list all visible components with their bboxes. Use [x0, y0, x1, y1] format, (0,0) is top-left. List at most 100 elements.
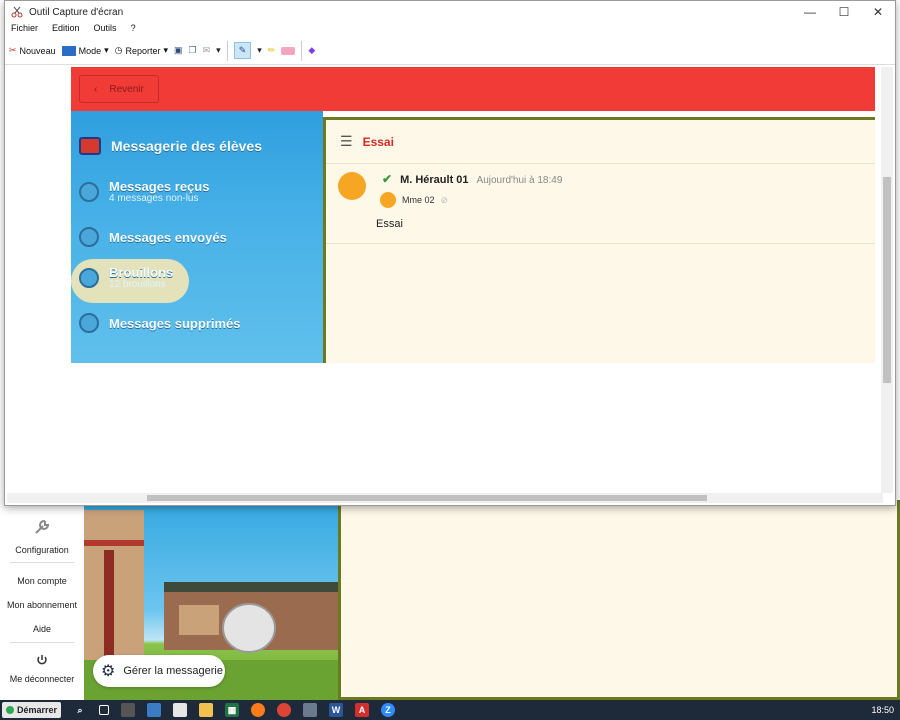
- menu-edit[interactable]: Edition: [52, 23, 80, 37]
- message-thread-panel: ☰ Essai ✔ M. Hérault 01 Aujourd'hui à 18…: [323, 117, 875, 363]
- sidebar-help[interactable]: Aide: [0, 624, 84, 634]
- message-body: Essai: [376, 218, 403, 230]
- folder-icon[interactable]: [199, 703, 214, 717]
- recipient-avatar: [380, 192, 396, 208]
- sent-icon: [79, 227, 99, 247]
- chevron-down-icon: ▾: [163, 45, 169, 55]
- menu-bar: Fichier Edition Outils ?: [5, 23, 895, 37]
- taskbar-clock: 18:50: [871, 705, 894, 715]
- drafts-icon: [79, 267, 99, 288]
- wrench-icon: [35, 519, 50, 534]
- highlighter-icon[interactable]: ✏: [268, 45, 276, 56]
- sender-avatar: [338, 172, 366, 200]
- firefox-icon[interactable]: [251, 703, 266, 717]
- messaging-section-header: Messagerie des élèves: [79, 137, 262, 155]
- zoom-icon[interactable]: Z: [381, 703, 396, 717]
- manage-messaging-button[interactable]: ⚙ Gérer la messagerie: [93, 655, 225, 687]
- toolbar-divider: [226, 40, 228, 61]
- windows-logo-icon: [6, 706, 14, 714]
- window-title: Outil Capture d'écran: [29, 6, 124, 18]
- vertical-scrollbar[interactable]: [881, 67, 893, 493]
- toolbar: ✂ Nouveau Mode ▾ ◷ Reporter ▾ ▣ ❐ ✉ ▾ ✎ …: [5, 37, 895, 65]
- acrobat-icon[interactable]: A: [355, 703, 370, 717]
- sidebar-logout[interactable]: Me déconnecter: [0, 674, 84, 684]
- back-button[interactable]: ‹ Revenir: [79, 75, 159, 103]
- menu-tools[interactable]: Outils: [94, 23, 117, 37]
- taskbar-app-icon[interactable]: [121, 703, 136, 717]
- back-label: Revenir: [109, 83, 144, 95]
- task-view-icon[interactable]: [99, 705, 110, 715]
- sidebar-divider: [10, 562, 74, 563]
- start-label: Démarrer: [17, 705, 58, 715]
- close-button[interactable]: ✕: [861, 5, 895, 19]
- eye-off-icon: ⊘: [440, 194, 449, 205]
- paint-3d-icon[interactable]: ◆: [308, 45, 315, 56]
- pen-icon: ✎: [238, 45, 247, 55]
- chevron-down-icon: ▾: [104, 45, 109, 55]
- send-email-icon[interactable]: ✉: [203, 45, 211, 56]
- nav-inbox[interactable]: Messages reçus 4 messages non-lus: [79, 179, 209, 204]
- sidebar-divider: [10, 642, 74, 643]
- calendar-icon[interactable]: [173, 703, 188, 717]
- maximize-button[interactable]: ☐: [827, 5, 861, 19]
- captured-header-bar: ‹ Revenir: [71, 67, 875, 111]
- taskbar: Démarrer ⌕ ▦ W A Z 18:50: [0, 700, 900, 720]
- thread-header: ☰ Essai: [326, 120, 875, 164]
- thread-title: Essai: [362, 134, 394, 149]
- delay-label: Reporter: [125, 45, 161, 56]
- nav-sent[interactable]: Messages envoyés: [79, 227, 227, 247]
- title-bar: Outil Capture d'écran — ☐ ✕: [5, 1, 895, 23]
- background-message-panel: [338, 500, 900, 700]
- search-icon[interactable]: ⌕: [73, 703, 87, 717]
- background-sidebar: Configuration Mon compte Mon abonnement …: [0, 500, 84, 700]
- snipping-tool-icon[interactable]: [303, 703, 318, 717]
- captured-screenshot: ‹ Revenir Messagerie des élèves Messages…: [71, 67, 875, 363]
- scissors-icon: [11, 6, 23, 18]
- delay-button[interactable]: ◷ Reporter ▾: [115, 45, 168, 56]
- nav-deleted[interactable]: Messages supprimés: [79, 313, 241, 333]
- messaging-sidebar: Messagerie des élèves Messages reçus 4 m…: [71, 111, 323, 363]
- save-icon[interactable]: ▣: [174, 45, 183, 56]
- mode-icon: [61, 45, 76, 56]
- word-icon[interactable]: W: [329, 703, 344, 717]
- spreadsheet-icon[interactable]: ▦: [225, 703, 240, 717]
- horizontal-scrollbar[interactable]: [7, 493, 883, 503]
- nav-drafts-label: Brouillons: [109, 265, 174, 280]
- mode-button[interactable]: Mode ▾: [61, 45, 109, 56]
- read-check-icon: ✔: [382, 172, 393, 186]
- messaging-section-title: Messagerie des élèves: [111, 138, 262, 154]
- start-button[interactable]: Démarrer: [2, 702, 62, 718]
- message-item[interactable]: ✔ M. Hérault 01 Aujourd'hui à 18:49 Mme …: [326, 164, 875, 244]
- power-icon: [37, 655, 47, 665]
- nav-inbox-count: 4 messages non-lus: [109, 193, 199, 204]
- inbox-icon: [79, 181, 99, 202]
- menu-help[interactable]: ?: [131, 23, 136, 37]
- trash-icon: [79, 313, 99, 333]
- chrome-icon[interactable]: [277, 703, 292, 717]
- sidebar-configuration[interactable]: Configuration: [0, 545, 84, 555]
- sidebar-my-account[interactable]: Mon compte: [0, 576, 84, 586]
- gear-icon: ⚙: [101, 663, 116, 680]
- chevron-down-icon[interactable]: ▾: [216, 45, 221, 56]
- nav-drafts-count: 12 brouillons: [109, 279, 166, 290]
- message-date: Aujourd'hui à 18:49: [476, 175, 563, 186]
- shield-icon: [79, 137, 101, 155]
- hamburger-menu-icon[interactable]: ☰: [340, 133, 353, 150]
- new-button[interactable]: ✂ Nouveau: [9, 45, 56, 56]
- nav-drafts[interactable]: Brouillons 12 brouillons: [79, 265, 173, 290]
- sender-name: M. Hérault 01: [400, 174, 469, 186]
- copy-icon[interactable]: ❐: [189, 45, 197, 56]
- eraser-icon[interactable]: [281, 46, 296, 55]
- minimize-button[interactable]: —: [793, 5, 827, 19]
- taskbar-app-icon[interactable]: [147, 703, 162, 717]
- nav-sent-label: Messages envoyés: [109, 229, 227, 245]
- chevron-down-icon[interactable]: ▾: [257, 45, 262, 56]
- sidebar-my-subscription[interactable]: Mon abonnement: [0, 600, 84, 610]
- menu-file[interactable]: Fichier: [11, 23, 38, 37]
- nav-deleted-label: Messages supprimés: [109, 315, 241, 331]
- horizontal-scroll-thumb[interactable]: [147, 495, 707, 501]
- pen-tool-button[interactable]: ✎: [233, 42, 252, 59]
- vertical-scroll-thumb[interactable]: [883, 177, 891, 383]
- manage-messaging-label: Gérer la messagerie: [123, 665, 223, 677]
- mode-label: Mode: [78, 45, 102, 56]
